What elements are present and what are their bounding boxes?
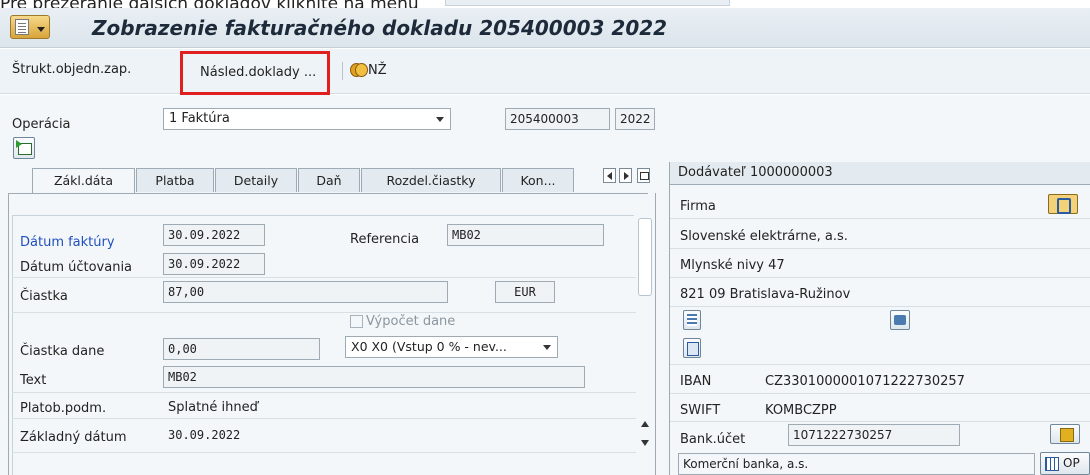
row-divider [670, 248, 1090, 249]
row-divider [670, 306, 1090, 307]
tab-amount-split[interactable]: Rozdel.čiastky [361, 168, 501, 192]
row-divider [670, 393, 1090, 394]
amount-field[interactable]: 87,00 [163, 281, 448, 303]
bank-name-field: Komerční banka, a.s. [678, 453, 1035, 475]
row-divider [670, 218, 1090, 219]
tab-details[interactable]: Detaily [215, 168, 297, 192]
currency-field[interactable]: EUR [495, 281, 555, 303]
operation-value: 1 Faktúra [169, 111, 230, 126]
text-field[interactable]: MB02 [163, 366, 585, 388]
dropdown-arrow-icon [37, 27, 45, 32]
tab-scroll-left-button[interactable] [603, 168, 616, 183]
tab-payment[interactable]: Platba [136, 168, 214, 192]
overhead-cost-button[interactable]: NŽ [350, 62, 387, 78]
text-label: Text [20, 373, 47, 388]
posting-date-label: Dátum účtovania [20, 260, 133, 275]
payment-terms-label: Platob.podm. [20, 401, 107, 416]
scrollbar-thumb[interactable] [638, 218, 652, 296]
tab-basic-data[interactable]: Zákl.dáta [32, 168, 135, 194]
row-divider [12, 277, 636, 278]
overhead-cost-label: NŽ [368, 63, 387, 78]
row-divider [12, 392, 636, 393]
vendor-name: Slovenské elektrárne, a.s. [680, 229, 848, 244]
coins-icon [350, 62, 368, 77]
operation-label: Operácia [12, 117, 71, 132]
vendor-header: Dodávateľ 1000000003 [670, 162, 1090, 185]
partner-icon[interactable] [1048, 194, 1078, 214]
reference-label: Referencia [350, 232, 420, 247]
baseline-date-label: Základný dátum [20, 430, 127, 445]
bank-details-icon[interactable] [1050, 424, 1080, 444]
invoice-date-label: Dátum faktúry [20, 235, 115, 250]
open-items-button[interactable]: OP [1040, 452, 1090, 475]
tax-code-value: X0 X0 (Vstup 0 % - nev... [351, 339, 507, 354]
open-items-icon[interactable] [683, 338, 701, 358]
row-divider [670, 277, 1090, 278]
iban-value: CZ3301000001071222730257 [765, 374, 965, 389]
vendor-city: 821 09 Bratislava-Ružinov [680, 287, 851, 302]
operation-select[interactable]: 1 Faktúra [163, 108, 451, 130]
scroll-down-arrow-icon[interactable] [641, 440, 649, 446]
tax-amount-field[interactable]: 0,00 [163, 338, 320, 360]
page-title: Zobrazenie fakturačného dokladu 20540000… [92, 16, 668, 40]
bank-account-field[interactable]: 1071222730257 [788, 424, 960, 446]
tax-code-select[interactable]: X0 X0 (Vstup 0 % - nev... [345, 336, 558, 358]
document-number-field[interactable]: 205400003 [505, 108, 610, 130]
row-divider [670, 364, 1090, 365]
chevron-down-icon [436, 117, 444, 122]
tab-tax[interactable]: Daň [298, 168, 360, 192]
payment-terms-value: Splatné ihneď [168, 400, 258, 415]
toggle-header-button[interactable] [13, 137, 35, 159]
tab-scroll-right-button[interactable] [619, 168, 632, 183]
follow-on-documents-button[interactable]: Násled.doklady ... [180, 51, 330, 95]
row-divider [12, 312, 636, 313]
invoice-date-field[interactable]: 30.09.2022 [163, 224, 265, 246]
instruction-field [445, 0, 730, 6]
scroll-up-arrow-icon[interactable] [641, 421, 649, 427]
vendor-detail-icon[interactable] [683, 310, 701, 330]
order-structure-button[interactable]: Štrukt.objedn.zap. [12, 62, 131, 77]
calc-tax-label: Výpočet dane [366, 314, 456, 329]
calc-tax-checkbox[interactable] [350, 315, 363, 328]
fiscal-year-field[interactable]: 2022 [615, 108, 655, 130]
row-divider [670, 421, 1090, 422]
amount-label: Čiastka [20, 289, 68, 304]
print-icon[interactable] [890, 310, 910, 330]
bank-account-label: Bank.účet [680, 432, 746, 447]
reference-field[interactable]: MB02 [447, 224, 604, 246]
tax-amount-label: Čiastka dane [20, 344, 105, 359]
application-toolbar [0, 49, 1090, 94]
posting-date-field[interactable]: 30.09.2022 [163, 253, 265, 275]
tab-contact[interactable]: Kon... [502, 168, 574, 192]
document-icon [15, 19, 29, 35]
swift-value: KOMBCZPP [765, 403, 837, 418]
vendor-street: Mlynské nivy 47 [680, 258, 785, 273]
company-label: Firma [680, 199, 716, 214]
tab-list-button[interactable] [637, 168, 650, 183]
swift-label: SWIFT [680, 403, 721, 418]
open-items-label: OP [1063, 456, 1080, 470]
row-divider [12, 452, 636, 453]
iban-label: IBAN [680, 374, 712, 389]
chevron-down-icon [543, 345, 551, 350]
toolbar-separator [342, 62, 343, 80]
system-menu-button[interactable] [10, 15, 50, 39]
row-divider [12, 418, 636, 419]
baseline-date-value: 30.09.2022 [168, 428, 241, 442]
